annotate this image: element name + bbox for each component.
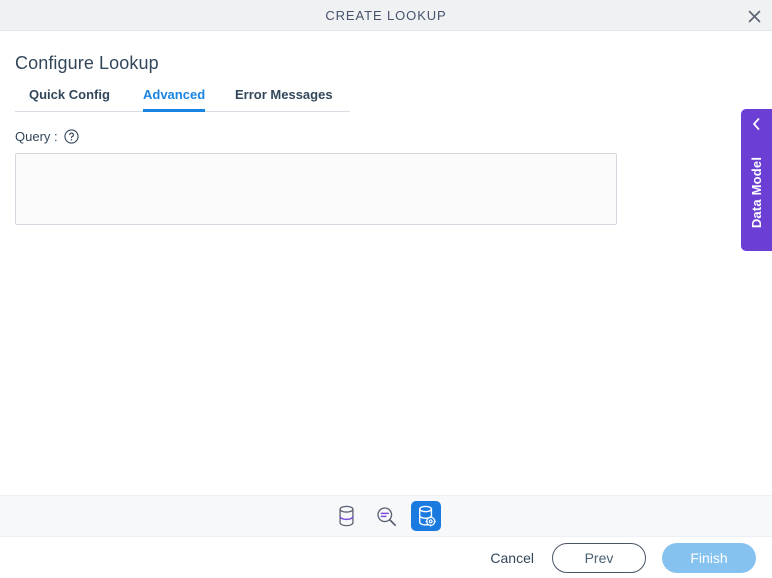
- query-label: Query :: [15, 129, 58, 144]
- query-search-button[interactable]: [371, 501, 401, 531]
- database-settings-button[interactable]: [411, 501, 441, 531]
- data-model-label: Data Model: [749, 156, 764, 228]
- help-circle-icon[interactable]: [64, 129, 79, 144]
- query-search-icon: [376, 506, 396, 526]
- database-button[interactable]: [331, 501, 361, 531]
- dialog-footer: Cancel Prev Finish: [0, 537, 772, 578]
- dialog-title: CREATE LOOKUP: [325, 8, 447, 23]
- dialog-title-bar: CREATE LOOKUP: [0, 0, 772, 31]
- query-label-row: Query :: [15, 129, 79, 144]
- data-model-label-wrap: Data Model: [741, 137, 772, 247]
- tab-quick-config[interactable]: Quick Config: [29, 81, 110, 112]
- prev-button[interactable]: Prev: [552, 542, 646, 573]
- query-input[interactable]: [15, 153, 617, 225]
- database-settings-icon: [418, 505, 436, 527]
- dialog-body: Configure Lookup Quick Config Advanced E…: [0, 31, 772, 578]
- page-title: Configure Lookup: [15, 53, 159, 73]
- tab-advanced[interactable]: Advanced: [143, 81, 206, 112]
- close-button[interactable]: [742, 5, 766, 27]
- chevron-left-icon: [741, 116, 772, 132]
- database-icon: [338, 505, 354, 527]
- data-model-panel-toggle[interactable]: Data Model: [741, 109, 772, 251]
- tab-bar: Quick Config Advanced Error Messages: [15, 81, 350, 112]
- finish-button[interactable]: Finish: [662, 542, 756, 573]
- close-icon: [748, 10, 760, 22]
- cancel-button[interactable]: Cancel: [488, 546, 536, 570]
- tab-error-messages[interactable]: Error Messages: [235, 81, 333, 112]
- icon-toolbar: [0, 495, 772, 537]
